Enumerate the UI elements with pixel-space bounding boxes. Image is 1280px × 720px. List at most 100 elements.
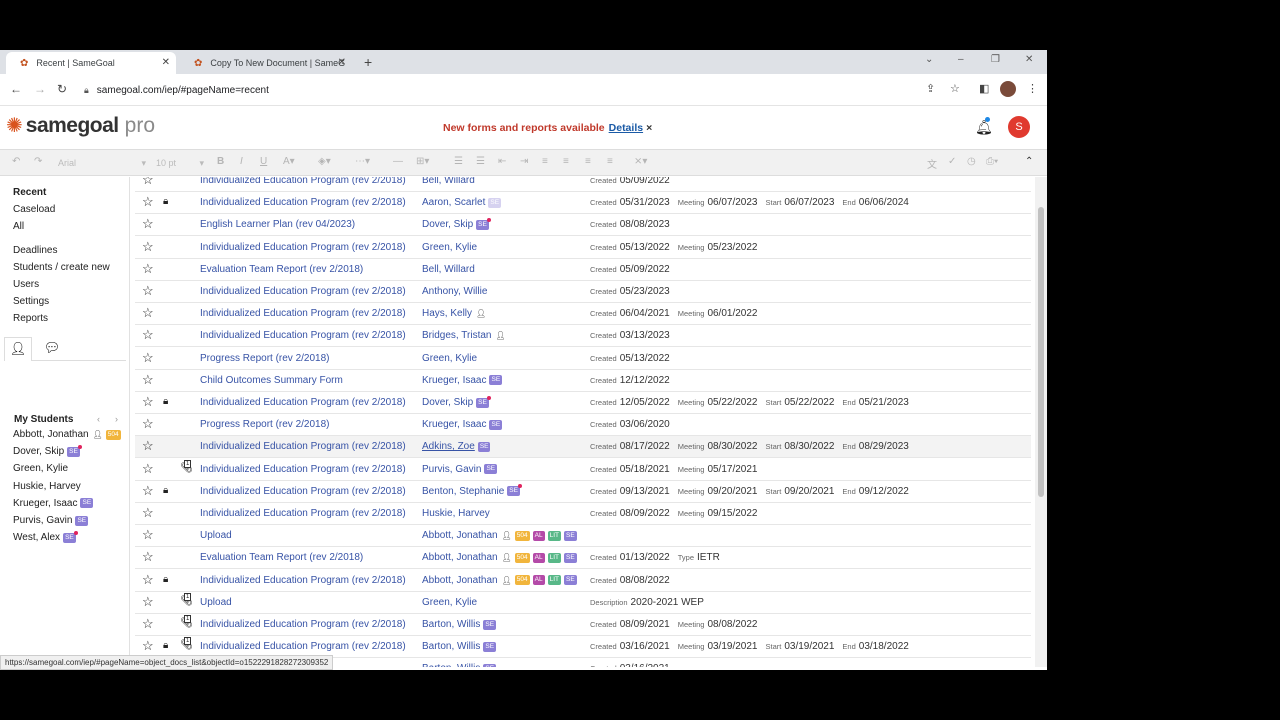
student-link[interactable]: Adkins, Zoe bbox=[422, 441, 475, 452]
text-color-icon[interactable]: A▾ bbox=[283, 156, 295, 167]
browser-tab-copy[interactable]: ✿ Copy To New Document | SameG ✕ bbox=[180, 52, 352, 74]
nav-recent[interactable]: Recent bbox=[13, 187, 46, 198]
document-link[interactable]: Individualized Education Program (rev 2/… bbox=[200, 464, 406, 475]
document-link[interactable]: Individualized Education Program (rev 2/… bbox=[200, 242, 406, 253]
document-link[interactable]: Progress Report (rev 2/2018) bbox=[200, 419, 330, 430]
maximize-icon[interactable]: ❐ bbox=[991, 54, 1000, 65]
document-link[interactable]: Upload bbox=[200, 530, 232, 541]
print-icon[interactable]: ⎙▾ bbox=[986, 156, 998, 167]
favorite-star-icon[interactable]: ☆ bbox=[142, 177, 154, 187]
translate-icon[interactable]: 文 bbox=[927, 156, 937, 171]
messages-tab-chat-icon[interactable]: 💬︎ bbox=[42, 337, 62, 361]
my-student-item[interactable]: Abbott, Jonathan 👤︎ 504 bbox=[13, 429, 121, 440]
font-size-select[interactable]: 10 pt ▾ bbox=[156, 155, 206, 171]
back-icon[interactable]: ← bbox=[10, 82, 22, 96]
redo-icon[interactable]: ↷ bbox=[34, 156, 42, 167]
favorite-star-icon[interactable]: ☆ bbox=[142, 239, 154, 254]
student-link[interactable]: Green, Kylie bbox=[422, 597, 477, 608]
close-tab-icon[interactable]: ✕ bbox=[162, 57, 170, 68]
history-icon[interactable]: ◷ bbox=[967, 156, 976, 167]
chevron-right-icon[interactable]: › bbox=[115, 414, 118, 424]
favorite-star-icon[interactable]: ☆ bbox=[142, 594, 154, 609]
table-row[interactable]: ☆ 🔒︎ Individualized Education Program (rev… bbox=[135, 481, 1031, 503]
my-student-item[interactable]: Dover, Skip SE bbox=[13, 444, 82, 457]
notice-details-link[interactable]: Details bbox=[609, 122, 643, 134]
minimize-icon[interactable]: – bbox=[958, 54, 964, 65]
favorite-star-icon[interactable]: ☆ bbox=[142, 617, 154, 631]
student-link[interactable]: Abbott, Jonathan bbox=[422, 552, 498, 563]
document-link[interactable]: Individualized Education Program (rev 2/… bbox=[200, 397, 406, 408]
favorite-star-icon[interactable]: ☆ bbox=[142, 572, 154, 587]
undo-icon[interactable]: ↶ bbox=[12, 156, 20, 167]
nav-all[interactable]: All bbox=[13, 221, 24, 232]
table-row[interactable]: ☆ Individualized Education Program (rev 2… bbox=[135, 177, 1031, 192]
nav-users[interactable]: Users bbox=[13, 279, 39, 290]
favorite-star-icon[interactable]: ☆ bbox=[142, 417, 154, 431]
favorite-star-icon[interactable]: ☆ bbox=[142, 372, 154, 387]
my-student-item[interactable]: West, Alex SE bbox=[13, 530, 78, 543]
student-link[interactable]: Green, Kylie bbox=[422, 242, 477, 253]
table-row[interactable]: ☆ Individualized Education Program (rev 2… bbox=[135, 303, 1031, 326]
attachment-icon[interactable]: 📎︎ 1 bbox=[180, 615, 193, 629]
document-link[interactable]: Individualized Education Program (rev 2/… bbox=[200, 177, 406, 186]
student-link[interactable]: Barton, Willis bbox=[422, 663, 480, 667]
document-link[interactable]: Individualized Education Program (rev 2/… bbox=[200, 330, 406, 341]
clear-format-icon[interactable]: ⨯▾ bbox=[634, 156, 647, 167]
document-link[interactable]: Evaluation Team Report (rev 2/2018) bbox=[200, 552, 363, 563]
student-link[interactable]: Bell, Willard bbox=[422, 177, 475, 186]
attachment-icon[interactable]: 📎︎ 1 bbox=[180, 637, 193, 651]
my-student-item[interactable]: Green, Kylie bbox=[13, 463, 68, 474]
table-row[interactable]: ☆ 🔒︎ Individualized Education Program (rev… bbox=[135, 192, 1031, 215]
table-row[interactable]: ☆ Individualized Education Program (rev 2… bbox=[135, 325, 1031, 348]
side-panel-icon[interactable]: ◧ bbox=[979, 82, 989, 95]
chevron-left-icon[interactable]: ‹ bbox=[97, 414, 100, 424]
student-link[interactable]: Green, Kylie bbox=[422, 353, 477, 364]
favorite-star-icon[interactable]: ☆ bbox=[142, 461, 154, 476]
student-link[interactable]: Benton, Stephanie bbox=[422, 486, 504, 497]
table-icon[interactable]: ⊞▾ bbox=[416, 156, 429, 167]
nav-students[interactable]: Students / create new bbox=[13, 262, 110, 273]
justify-icon[interactable]: ≡ bbox=[607, 156, 613, 167]
document-link[interactable]: English Learner Plan (rev 04/2023) bbox=[200, 219, 355, 230]
favorite-star-icon[interactable]: ☆ bbox=[142, 284, 154, 298]
collapse-toolbar-icon[interactable]: ⌃ bbox=[1025, 156, 1033, 167]
favorite-star-icon[interactable]: ☆ bbox=[142, 483, 154, 498]
table-row[interactable]: ☆ 📎︎ 1 Individualized Education Program (re… bbox=[135, 459, 1031, 481]
favorite-star-icon[interactable]: ☆ bbox=[142, 261, 154, 276]
favorite-star-icon[interactable]: ☆ bbox=[142, 550, 154, 564]
student-link[interactable]: Barton, Willis bbox=[422, 641, 480, 652]
bullet-list-icon[interactable]: ☰ bbox=[476, 156, 485, 167]
tab-search-icon[interactable]: ⌄ bbox=[925, 54, 933, 65]
close-window-icon[interactable]: ✕ bbox=[1025, 54, 1033, 65]
table-row[interactable]: ☆ English Learner Plan (rev 04/2023) Dover… bbox=[135, 214, 1031, 237]
favorite-star-icon[interactable]: ☆ bbox=[142, 439, 154, 453]
favorite-star-icon[interactable]: ☆ bbox=[142, 195, 154, 209]
student-link[interactable]: Krueger, Isaac bbox=[422, 419, 486, 430]
highlight-color-icon[interactable]: ◈▾ bbox=[318, 156, 331, 167]
student-link[interactable]: Krueger, Isaac bbox=[422, 375, 486, 386]
student-link[interactable]: Hays, Kelly bbox=[422, 308, 472, 319]
document-link[interactable]: Individualized Education Program (rev 2/… bbox=[200, 641, 406, 652]
table-row[interactable]: ☆ 📎︎ 1 Upload Green, Kylie Description 2020-20… bbox=[135, 592, 1031, 614]
notice-close-button[interactable]: × bbox=[646, 122, 652, 134]
favorite-star-icon[interactable]: ☆ bbox=[142, 350, 154, 365]
my-student-item[interactable]: Huskie, Harvey bbox=[13, 481, 81, 492]
nav-settings[interactable]: Settings bbox=[13, 296, 49, 307]
user-avatar[interactable]: S bbox=[1008, 116, 1030, 138]
outdent-icon[interactable]: ⇤ bbox=[498, 156, 506, 167]
share-icon[interactable]: ⇪ bbox=[926, 82, 935, 95]
attachment-icon[interactable]: 📎︎ 1 bbox=[180, 459, 193, 474]
scrollbar[interactable] bbox=[1035, 177, 1047, 667]
nav-deadlines[interactable]: Deadlines bbox=[13, 245, 57, 256]
student-link[interactable]: Bell, Willard bbox=[422, 264, 475, 275]
document-link[interactable]: Individualized Education Program (rev 2/… bbox=[200, 508, 406, 519]
student-link[interactable]: Bridges, Tristan bbox=[422, 330, 491, 341]
horizontal-rule-icon[interactable]: — bbox=[393, 156, 403, 167]
bold-icon[interactable]: B bbox=[217, 156, 224, 167]
attachment-icon[interactable]: 📎︎ 1 bbox=[180, 592, 193, 607]
browser-menu-icon[interactable]: ⋮ bbox=[1027, 82, 1038, 95]
scrollbar-thumb[interactable] bbox=[1038, 207, 1044, 497]
students-tab-person-icon[interactable]: 👤︎ bbox=[4, 337, 32, 361]
notification-bell-icon[interactable]: 🔔︎ bbox=[975, 117, 993, 136]
my-student-item[interactable]: Krueger, Isaac SE bbox=[13, 498, 94, 509]
